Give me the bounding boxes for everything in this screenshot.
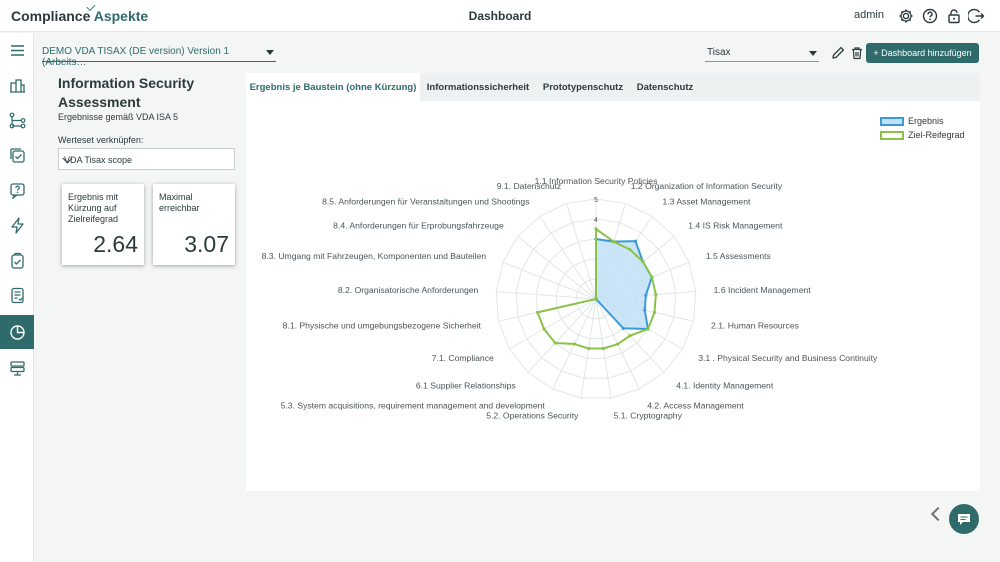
radar-point: [586, 346, 591, 351]
help-icon[interactable]: [921, 7, 939, 25]
dashboard-select-value: DEMO VDA TISAX (DE version) Version 1 (A…: [42, 46, 230, 68]
tab-informationssicherheit[interactable]: Informationssicherheit: [422, 73, 534, 101]
filter-select-value: Tisax: [707, 47, 731, 58]
radar-point: [594, 227, 598, 231]
radar-point: [643, 308, 647, 312]
sidebar: [0, 33, 34, 562]
radar-tick-label: 4: [594, 217, 598, 224]
questions-icon[interactable]: [0, 173, 34, 207]
add-dashboard-button[interactable]: + Dashboard hinzufügen: [866, 43, 979, 63]
gear-icon[interactable]: [897, 7, 915, 25]
radar-point: [654, 292, 658, 297]
radar-spoke: [527, 298, 597, 373]
radar-spoke: [509, 298, 597, 350]
radar-point: [650, 275, 654, 279]
radar-axis-label: 1.5 Assessments: [706, 251, 771, 261]
legend-label-ergebnis: Ergebnis: [908, 116, 944, 126]
kpi-max-value: 3.07: [184, 231, 229, 257]
filter-select[interactable]: Tisax: [705, 44, 819, 62]
radar-point: [542, 327, 546, 331]
radar-point: [572, 342, 576, 346]
radar-axis-label: 4.2. Access Management: [647, 400, 744, 410]
radar-axis-label: 1.6 Incident Management: [714, 285, 812, 295]
radar-axis-label: 5.2. Operations Security: [486, 411, 579, 421]
legend-swatch-ergebnis: [880, 117, 904, 126]
user-name[interactable]: admin: [854, 9, 884, 21]
radar-axis-label: 5.1. Cryptography: [614, 411, 683, 421]
lock-icon[interactable]: [945, 7, 963, 25]
logout-icon[interactable]: [968, 7, 986, 25]
radar-axis-label: 8.5. Anforderungen für Veranstaltungen u…: [322, 197, 529, 207]
radar-point: [628, 247, 632, 252]
chevron-left-icon[interactable]: [930, 506, 946, 522]
kpi-max-label: Maximal erreichbar: [159, 192, 200, 213]
chat-icon: [958, 514, 970, 525]
kpi-result-label: Ergebnis mit Kürzung auf Zielreifegrad: [68, 192, 119, 224]
tab-ergebnis-je-baustein[interactable]: Ergebnis je Baustein (ohne Kürzung): [246, 73, 420, 101]
radar-point: [601, 346, 606, 351]
radar-tick-label: 5: [594, 197, 598, 204]
radar-point: [535, 310, 540, 314]
radar-axis-label: 8.1. Physische und umgebungsbezogene Sic…: [283, 320, 482, 330]
werteset-label: Werteset verknüpfen:: [58, 135, 144, 145]
radar-axis-label: 2.1. Human Resources: [711, 320, 799, 330]
werteset-select-value: VDA Tisax scope: [64, 155, 133, 165]
delete-trash-icon[interactable]: [850, 46, 864, 60]
radar-point: [616, 342, 620, 346]
radar-point: [612, 240, 616, 244]
tasks-icon[interactable]: [0, 138, 34, 172]
caret-down-icon: [266, 50, 274, 55]
legend-label-ziel-reifegrad: Ziel-Reifegrad: [908, 130, 965, 140]
radar-axis-label: 1.4 IS Risk Management: [688, 220, 783, 230]
radar-point: [633, 239, 638, 243]
radar-point: [594, 297, 598, 301]
menu-icon[interactable]: [0, 33, 34, 67]
radar-point: [652, 310, 657, 314]
radar-axis-label: 8.3. Umgang mit Fahrzeugen, Komponenten …: [262, 251, 487, 261]
radar-point: [628, 334, 632, 338]
radar-axis-label: 1.3 Asset Management: [662, 197, 751, 207]
database-icon[interactable]: [0, 351, 34, 385]
caret-down-icon: [809, 51, 817, 56]
radar-point: [646, 327, 650, 331]
radar-chart: 451.1 Information Security Policies1.2 O…: [262, 176, 878, 421]
organization-icon[interactable]: [0, 68, 34, 102]
structure-icon[interactable]: [0, 103, 34, 137]
radar-axis-label: 4.1. Identity Management: [676, 381, 774, 391]
radar-axis-label: 3.1 . Physical Security and Business Con…: [698, 353, 878, 363]
radar-point: [621, 326, 625, 330]
radar-axis-label: 5.3. System acquisitions, requirement ma…: [281, 400, 546, 410]
tab-datenschutz[interactable]: Datenschutz: [632, 73, 698, 101]
radar-point: [644, 293, 648, 297]
radar-point: [553, 341, 557, 345]
top-bar: Compliance Aspekte Dashboard admin: [0, 0, 1000, 32]
radar-spoke: [539, 216, 597, 300]
legend-swatch-ziel-reifegrad: [880, 131, 904, 140]
tab-bar: Ergebnis je Baustein (ohne Kürzung) Info…: [246, 73, 980, 101]
assessment-subtitle: Ergebnisse gemäß VDA ISA 5: [58, 112, 179, 122]
chart-pie-icon[interactable]: [0, 315, 34, 349]
radar-axis-label: 1.2 Organization of Information Security: [631, 181, 783, 191]
assessment-title: Information Security Assessment: [58, 75, 195, 110]
tab-prototypenschutz[interactable]: Prototypenschutz: [536, 73, 630, 101]
radar-axis-label: 7.1. Compliance: [432, 353, 494, 363]
dashboard-select[interactable]: DEMO VDA TISAX (DE version) Version 1 (A…: [42, 44, 276, 68]
kpi-result-value: 2.64: [93, 231, 138, 257]
radar-axis-label: 6.1 Supplier Relationships: [416, 381, 516, 391]
lightning-icon[interactable]: [0, 208, 34, 242]
radar-axis-label: 9.1. Datenschutz: [497, 181, 561, 191]
edit-pencil-icon[interactable]: [831, 46, 845, 60]
kpi-card-max: Maximal erreichbar 3.07: [153, 184, 235, 265]
radar-axis-label: 8.2. Organisatorische Anforderungen: [338, 285, 479, 295]
report-icon[interactable]: [0, 278, 34, 312]
kpi-card-result: Ergebnis mit Kürzung auf Zielreifegrad 2…: [62, 184, 144, 265]
page-title: Dashboard: [468, 9, 532, 23]
radar-spoke: [517, 236, 597, 300]
radar-spoke: [566, 203, 597, 300]
radar-point: [641, 259, 645, 264]
chat-button[interactable]: [949, 504, 979, 534]
clipboard-icon[interactable]: [0, 243, 34, 277]
werteset-select[interactable]: VDA Tisax scope: [58, 148, 235, 170]
radar-axis-label: 8.4. Anforderungen für Erprobungsfahrzeu…: [333, 220, 504, 230]
